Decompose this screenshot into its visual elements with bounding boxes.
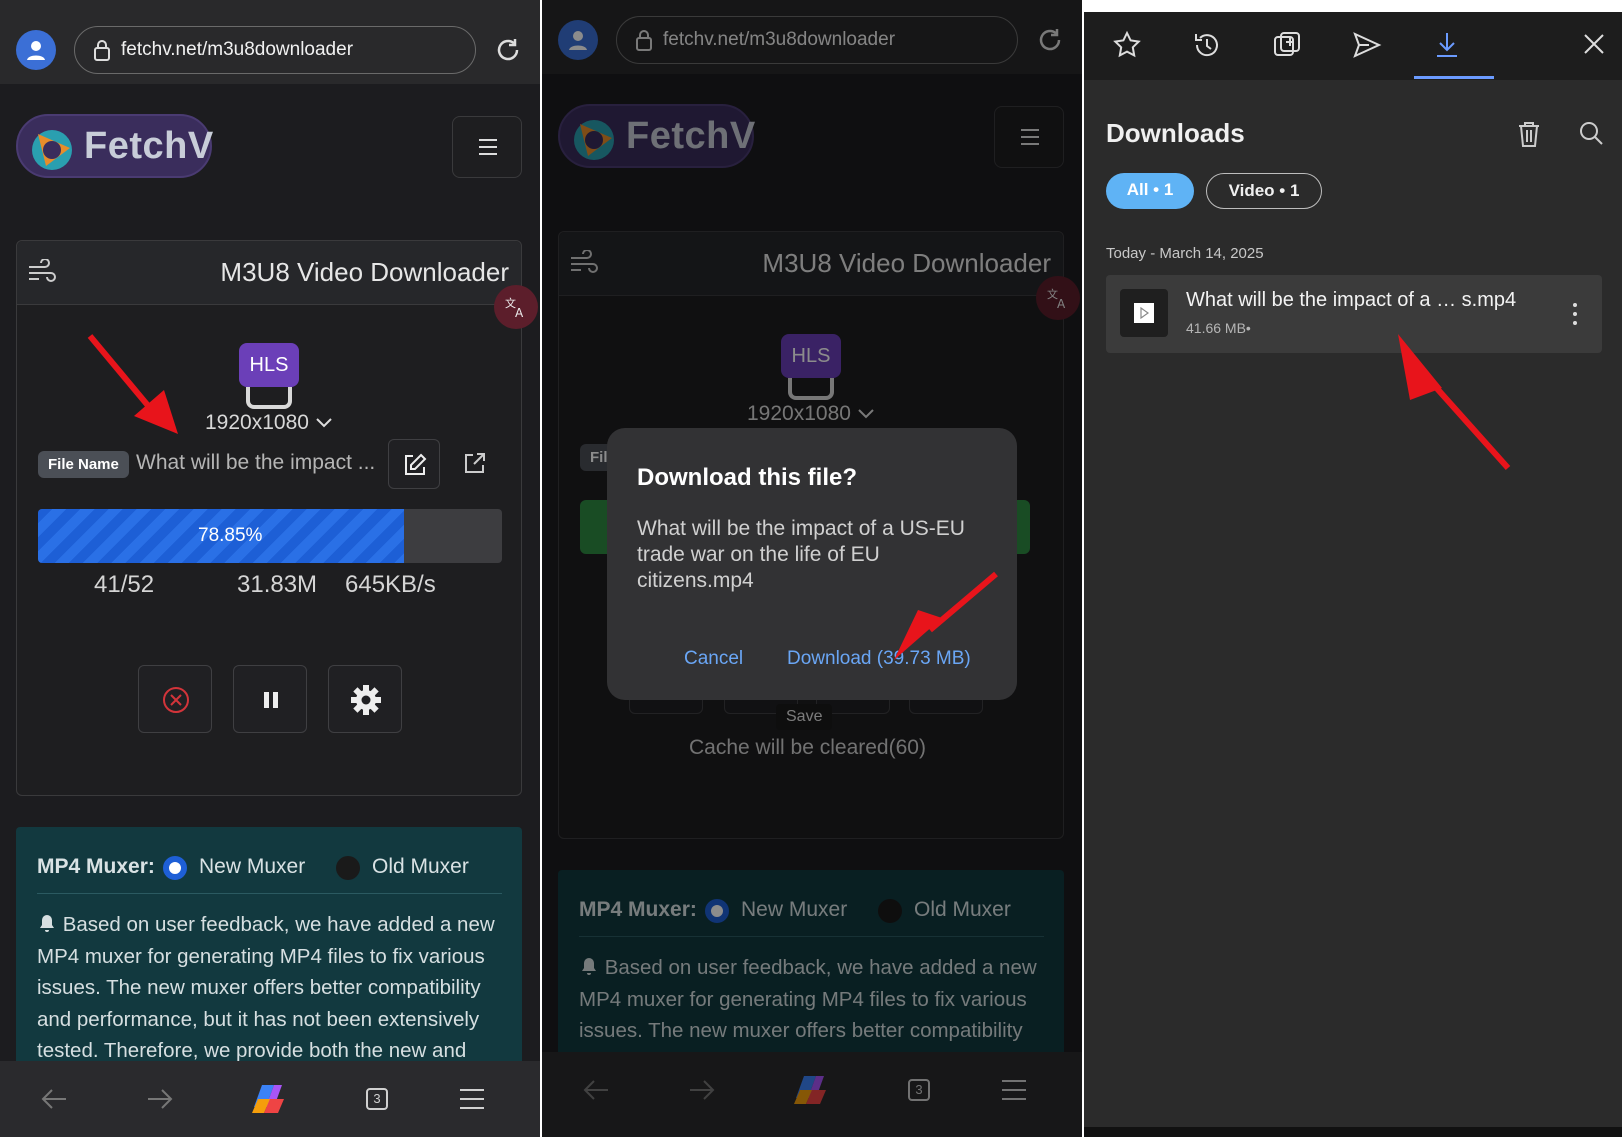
fetchv-logo[interactable]: FetchV <box>16 114 214 178</box>
hamburger-menu-icon[interactable] <box>458 1087 486 1111</box>
wind-icon <box>29 259 56 282</box>
search-icon[interactable] <box>1578 120 1604 146</box>
back-icon[interactable] <box>40 1087 68 1111</box>
file-name-value: What will be the impact ... <box>136 451 376 474</box>
cancel-circle-icon <box>163 687 189 713</box>
old-muxer-label: Old Muxer <box>372 855 469 878</box>
tab-count-button[interactable]: 3 <box>366 1088 388 1110</box>
settings-button[interactable] <box>328 665 402 733</box>
muxer-note: Based on user feedback, we have added a … <box>37 909 512 1067</box>
downloader-card: M3U8 Video Downloader HLS 1920x1080 File… <box>16 240 522 796</box>
copilot-icon[interactable] <box>246 1077 290 1121</box>
downloads-title: Downloads <box>1106 118 1245 148</box>
muxer-note-text: Based on user feedback, we have added a … <box>37 913 495 1062</box>
active-tab-indicator <box>1414 76 1494 79</box>
download-file-name: What will be the impact of a … s.mp4 <box>1186 289 1517 311</box>
hub-toolbar <box>1084 12 1622 80</box>
browser-bottom-bar: 3 <box>0 1061 540 1137</box>
cancel-download-button[interactable] <box>138 665 212 733</box>
bell-icon <box>40 915 54 932</box>
status-strip <box>1084 0 1622 12</box>
reload-icon[interactable] <box>494 36 522 64</box>
user-icon <box>27 41 45 60</box>
edit-icon <box>405 453 427 475</box>
dialog-file-name: What will be the impact of a US-EU trade… <box>637 517 965 592</box>
site-menu-button[interactable] <box>452 116 522 178</box>
download-progress-bar: 78.85% <box>38 509 502 563</box>
logo-text: FetchV <box>84 125 214 167</box>
trash-icon[interactable] <box>1516 120 1542 148</box>
svg-text:A: A <box>515 306 524 319</box>
downloads-tab-icon[interactable] <box>1432 30 1462 60</box>
translate-button[interactable]: 文A <box>494 285 538 329</box>
download-file-size: 41.66 MB• <box>1186 320 1251 336</box>
resolution-value: 1920x1080 <box>205 411 309 434</box>
history-icon[interactable] <box>1192 30 1222 60</box>
date-header: Today - March 14, 2025 <box>1106 245 1264 262</box>
gear-icon <box>351 685 381 715</box>
url-field[interactable]: fetchv.net/m3u8downloader <box>74 26 476 74</box>
close-icon[interactable] <box>1582 32 1606 56</box>
forward-icon[interactable] <box>146 1087 174 1111</box>
muxer-divider <box>37 893 502 894</box>
site-info-icon[interactable] <box>93 39 111 61</box>
resolution-select[interactable]: 1920x1080 <box>205 411 333 435</box>
address-bar: fetchv.net/m3u8downloader <box>0 0 540 84</box>
browser-panel-middle: fetchv.net/m3u8downloader FetchV M3U8 Vi… <box>542 0 1082 1137</box>
pause-button[interactable] <box>233 665 307 733</box>
open-external-icon[interactable] <box>463 451 487 475</box>
card-header: M3U8 Video Downloader <box>17 241 521 305</box>
card-title: M3U8 Video Downloader <box>220 257 509 287</box>
more-options-icon[interactable] <box>1572 302 1578 326</box>
segment-count: 41/52 <box>94 571 155 598</box>
old-muxer-radio[interactable] <box>336 856 360 880</box>
download-speed: 645KB/s <box>345 571 436 598</box>
file-thumbnail <box>1120 289 1168 337</box>
browser-panel-left: fetchv.net/m3u8downloader FetchV M3U8 Vi… <box>0 0 540 1137</box>
download-confirm-button[interactable]: Download (39.73 MB) <box>787 648 971 670</box>
cancel-button[interactable]: Cancel <box>684 648 743 670</box>
new-muxer-radio[interactable] <box>163 856 187 880</box>
hls-badge-base <box>246 387 292 409</box>
muxer-label: MP4 Muxer: <box>37 855 155 878</box>
menu-icon <box>479 139 497 155</box>
nav-strip <box>1084 1127 1622 1137</box>
progress-label: 78.85% <box>198 525 263 546</box>
url-text: fetchv.net/m3u8downloader <box>121 39 354 60</box>
new-muxer-label: New Muxer <box>199 855 306 878</box>
download-item[interactable]: What will be the impact of a … s.mp4 41.… <box>1106 275 1602 353</box>
favorites-star-icon[interactable] <box>1112 30 1142 60</box>
downloaded-size: 31.83M <box>237 571 318 598</box>
download-confirm-dialog: Download this file? What will be the imp… <box>607 428 1017 700</box>
hls-badge: HLS <box>239 343 299 387</box>
logo-mark-icon <box>32 130 72 170</box>
collections-icon[interactable] <box>1272 30 1302 60</box>
dialog-title: Download this file? <box>637 464 857 491</box>
filter-chip-all[interactable]: All • 1 <box>1106 173 1194 209</box>
edit-file-name-button[interactable] <box>388 439 440 489</box>
filter-chip-video[interactable]: Video • 1 <box>1206 173 1322 209</box>
chevron-down-icon <box>316 418 332 428</box>
file-name-label: File Name <box>38 451 129 478</box>
translate-icon: 文A <box>505 296 524 319</box>
downloads-panel: Downloads All • 1 Video • 1 Today - Marc… <box>1084 0 1622 1137</box>
video-file-icon <box>1134 303 1154 323</box>
profile-avatar[interactable] <box>16 30 56 70</box>
share-send-icon[interactable] <box>1352 30 1382 60</box>
pause-icon <box>264 692 278 708</box>
